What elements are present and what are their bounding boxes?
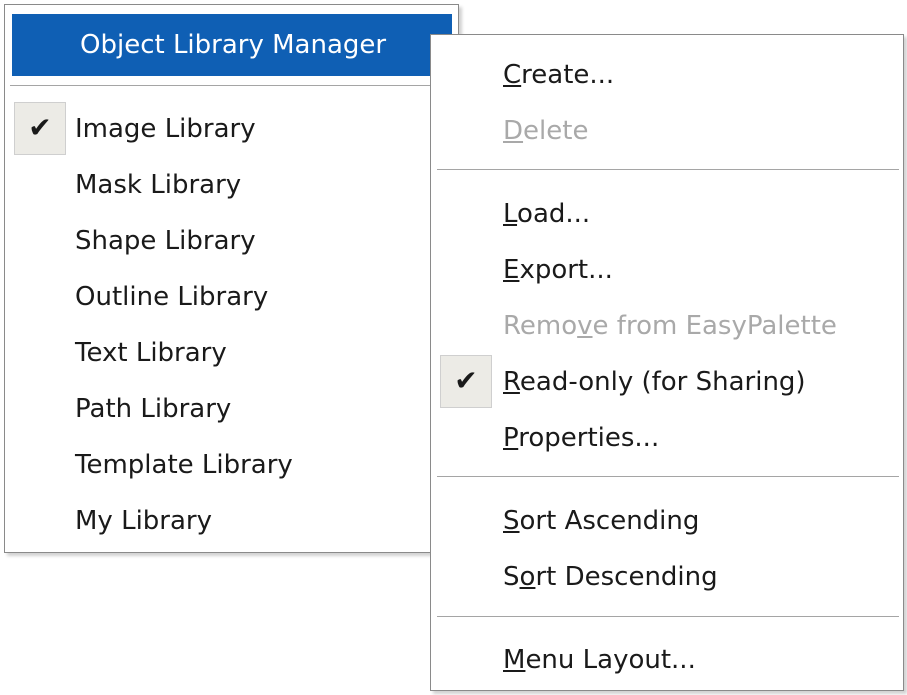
menu-item-label: Load... xyxy=(503,199,591,229)
menu-item-remove-from-easypalette: Remove from EasyPalette xyxy=(431,298,903,354)
menu-item-outline-library[interactable]: Outline Library xyxy=(5,269,458,325)
menu-item-mask-library[interactable]: Mask Library xyxy=(5,157,458,213)
object-library-manager-label: Object Library Manager xyxy=(80,30,387,60)
menu-separator xyxy=(437,616,899,618)
menu-item-label: Export... xyxy=(503,255,613,285)
menu-item-export[interactable]: Export... xyxy=(431,242,903,298)
menu-item-label: Text Library xyxy=(75,338,227,368)
menu-item-label: Properties... xyxy=(503,423,660,453)
menu-item-label: Remove from EasyPalette xyxy=(503,311,837,341)
menu-item-label: My Library xyxy=(75,506,212,536)
menu-item-properties[interactable]: Properties... xyxy=(431,410,903,466)
menu-item-label: Template Library xyxy=(75,450,293,480)
object-library-manager-item[interactable]: Object Library Manager xyxy=(12,14,452,76)
object-library-menu: Object Library Manager ✔ Image Library M… xyxy=(4,4,459,553)
menu-item-text-library[interactable]: Text Library xyxy=(5,325,458,381)
menu-item-label: Delete xyxy=(503,116,589,146)
menu-item-label: Shape Library xyxy=(75,226,256,256)
menu-item-label: Image Library xyxy=(75,114,256,144)
menu-item-label: Read-only (for Sharing) xyxy=(503,367,806,397)
menu-item-read-only[interactable]: ✔ Read-only (for Sharing) xyxy=(431,354,903,410)
menu-item-label: Sort Descending xyxy=(503,562,718,592)
menu-separator xyxy=(437,476,899,478)
menu-item-label: Menu Layout... xyxy=(503,645,696,675)
menu-item-label: Outline Library xyxy=(75,282,269,312)
library-manager-submenu: Create... Delete Load... Export... Remov… xyxy=(430,34,904,691)
menu-separator xyxy=(437,169,899,171)
menu-item-template-library[interactable]: Template Library xyxy=(5,437,458,493)
menu-item-sort-ascending[interactable]: Sort Ascending xyxy=(431,493,903,549)
menu-item-delete: Delete xyxy=(431,103,903,159)
menu-item-path-library[interactable]: Path Library xyxy=(5,381,458,437)
menu-item-label: Mask Library xyxy=(75,170,242,200)
menu-item-label: Path Library xyxy=(75,394,232,424)
menu-item-shape-library[interactable]: Shape Library xyxy=(5,213,458,269)
menu-item-load[interactable]: Load... xyxy=(431,186,903,242)
checkmark-icon: ✔ xyxy=(14,102,66,155)
menu-item-image-library[interactable]: ✔ Image Library xyxy=(5,101,458,157)
menu-item-my-library[interactable]: My Library xyxy=(5,493,458,549)
menu-separator xyxy=(10,85,454,87)
menu-item-sort-descending[interactable]: Sort Descending xyxy=(431,549,903,605)
menu-item-label: Sort Ascending xyxy=(503,506,700,536)
checkmark-icon: ✔ xyxy=(440,355,492,408)
menu-item-menu-layout[interactable]: Menu Layout... xyxy=(431,632,903,688)
menu-item-create[interactable]: Create... xyxy=(431,47,903,103)
menu-item-label: Create... xyxy=(503,60,615,90)
